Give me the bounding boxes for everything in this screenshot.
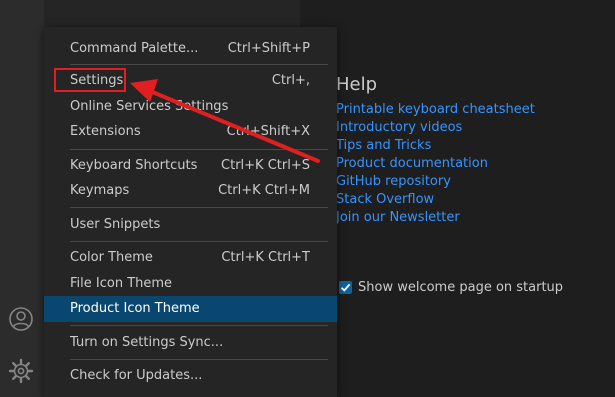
menu-item-shortcut: Ctrl+K Ctrl+T	[221, 250, 310, 265]
annotation-highlight-box	[54, 68, 126, 92]
menu-item-label: Keyboard Shortcuts	[70, 158, 198, 173]
menu-item-shortcut: Ctrl+Shift+P	[227, 41, 310, 56]
menu-item-product-icon-theme[interactable]: Product Icon Theme	[44, 296, 337, 322]
menu-item-label: Color Theme	[70, 250, 153, 265]
menu-item-settings-sync[interactable]: Turn on Settings Sync...	[44, 330, 337, 356]
help-links: Printable keyboard cheatsheet Introducto…	[336, 101, 535, 227]
startup-option: Show welcome page on startup	[339, 279, 563, 295]
startup-label: Show welcome page on startup	[358, 279, 564, 295]
menu-item-shortcut: Ctrl+K Ctrl+M	[218, 183, 310, 198]
link-github-repository[interactable]: GitHub repository	[336, 173, 535, 191]
gear-icon[interactable]	[7, 357, 35, 385]
menu-separator	[70, 64, 328, 65]
activity-bar	[0, 0, 44, 397]
menu-item-file-icon-theme[interactable]: File Icon Theme	[44, 271, 337, 297]
menu-item-label: Keymaps	[70, 183, 130, 198]
menu-item-label: Check for Updates...	[70, 368, 203, 383]
link-tips-and-tricks[interactable]: Tips and Tricks	[336, 137, 535, 155]
menu-item-user-snippets[interactable]: User Snippets	[44, 212, 337, 238]
menu-item-online-services-settings[interactable]: Online Services Settings	[44, 94, 337, 120]
menu-item-check-for-updates[interactable]: Check for Updates...	[44, 363, 337, 389]
menu-separator	[70, 149, 328, 150]
startup-checkbox[interactable]	[339, 280, 352, 294]
help-heading: Help	[336, 74, 378, 95]
menu-item-keymaps[interactable]: Keymaps Ctrl+K Ctrl+M	[44, 178, 337, 204]
menu-item-extensions[interactable]: Extensions Ctrl+Shift+X	[44, 119, 337, 145]
menu-item-shortcut: Ctrl+Shift+X	[226, 124, 310, 139]
menu-item-label: File Icon Theme	[70, 276, 173, 291]
menu-item-shortcut: Ctrl+,	[271, 73, 310, 88]
menu-item-label: Extensions	[70, 124, 141, 139]
menu-separator	[70, 241, 328, 242]
check-icon	[340, 283, 351, 292]
menu-item-label: Turn on Settings Sync...	[70, 335, 224, 350]
link-introductory-videos[interactable]: Introductory videos	[336, 119, 535, 137]
menu-item-color-theme[interactable]: Color Theme Ctrl+K Ctrl+T	[44, 245, 337, 271]
link-stack-overflow[interactable]: Stack Overflow	[336, 191, 535, 209]
menu-separator	[70, 359, 328, 360]
menu-item-shortcut: Ctrl+K Ctrl+S	[221, 158, 310, 173]
link-join-newsletter[interactable]: Join our Newsletter	[336, 209, 535, 227]
menu-separator	[70, 325, 328, 326]
link-product-documentation[interactable]: Product documentation	[336, 155, 535, 173]
menu-item-label: User Snippets	[70, 217, 161, 232]
link-keyboard-cheatsheet[interactable]: Printable keyboard cheatsheet	[336, 101, 535, 119]
menu-item-label: Command Palette...	[70, 41, 199, 56]
menu-item-label: Online Services Settings	[70, 99, 229, 114]
account-icon[interactable]	[7, 305, 35, 333]
menu-item-keyboard-shortcuts[interactable]: Keyboard Shortcuts Ctrl+K Ctrl+S	[44, 153, 337, 179]
menu-separator	[70, 207, 328, 208]
menu-item-label: Product Icon Theme	[70, 301, 200, 316]
menu-item-command-palette[interactable]: Command Palette... Ctrl+Shift+P	[44, 36, 337, 62]
